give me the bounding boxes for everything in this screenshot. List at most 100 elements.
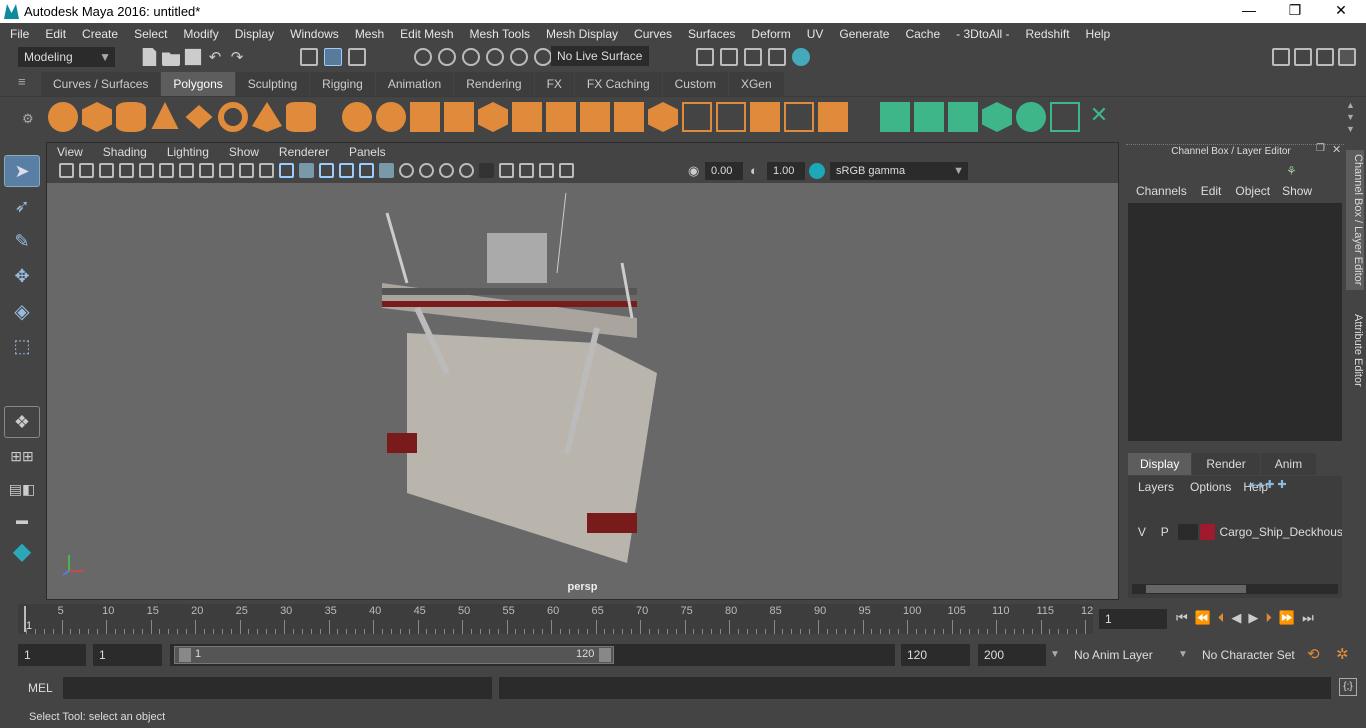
smooth-shade-icon[interactable] xyxy=(299,163,314,178)
bevel-icon[interactable] xyxy=(546,102,576,132)
menu-modify[interactable]: Modify xyxy=(175,24,226,44)
insert-edge-loop-icon[interactable] xyxy=(716,102,746,132)
tool-settings-toggle-icon[interactable] xyxy=(1316,48,1334,66)
layer-tools-icon[interactable]: ◂ ◂ ✚ ✚ xyxy=(1248,478,1287,491)
motion-blur-icon[interactable] xyxy=(419,163,434,178)
range-end-handle[interactable] xyxy=(599,648,611,662)
resolution-gate-icon[interactable] xyxy=(179,163,194,178)
move-tool-icon[interactable]: ✥ xyxy=(4,260,40,292)
layer-type-toggle[interactable] xyxy=(1177,524,1198,540)
panel-menu-panels[interactable]: Panels xyxy=(339,143,396,161)
automatic-mapping-icon[interactable] xyxy=(982,102,1012,132)
tab-fx-caching[interactable]: FX Caching xyxy=(574,72,662,96)
maximize-button[interactable]: ❐ xyxy=(1272,2,1318,19)
render-view-icon[interactable] xyxy=(768,48,786,66)
menu-edit[interactable]: Edit xyxy=(37,24,74,44)
panel-menu-renderer[interactable]: Renderer xyxy=(269,143,339,161)
minimize-button[interactable]: — xyxy=(1226,2,1272,18)
menu-generate[interactable]: Generate xyxy=(831,24,897,44)
cut-sew-uv-icon[interactable]: ✕ xyxy=(1084,102,1114,132)
menu-cache[interactable]: Cache xyxy=(897,24,948,44)
live-surface-field[interactable]: No Live Surface xyxy=(551,46,649,66)
merge-icon[interactable] xyxy=(818,102,848,132)
attribute-editor-toggle-icon[interactable] xyxy=(1294,48,1312,66)
shadows-icon[interactable] xyxy=(379,163,394,178)
range-slider[interactable]: 1 120 xyxy=(170,644,895,666)
tab-custom[interactable]: Custom xyxy=(662,72,728,96)
menu-mesh-tools[interactable]: Mesh Tools xyxy=(462,24,538,44)
close-panel-icon[interactable]: ✕ xyxy=(1332,143,1341,156)
menu-curves[interactable]: Curves xyxy=(626,24,680,44)
poly-pipe-icon[interactable] xyxy=(286,102,316,132)
menu-edit-mesh[interactable]: Edit Mesh xyxy=(392,24,461,44)
planar-mapping-icon[interactable] xyxy=(880,102,910,132)
shelf-settings-icon[interactable]: ⚙ xyxy=(22,111,34,127)
tab-sculpting[interactable]: Sculpting xyxy=(235,72,310,96)
script-editor-icon[interactable]: {;} xyxy=(1339,678,1357,696)
mirror-icon[interactable] xyxy=(410,102,440,132)
tab-polygons[interactable]: Polygons xyxy=(161,72,235,96)
use-all-lights-icon[interactable] xyxy=(359,163,374,178)
select-component-icon[interactable] xyxy=(348,48,366,66)
play-forward-icon[interactable]: ▶ xyxy=(1248,610,1258,626)
ipr-render-icon[interactable] xyxy=(744,48,762,66)
tab-attribute-editor[interactable]: Attribute Editor xyxy=(1346,308,1364,392)
layer-color-swatch[interactable] xyxy=(1199,524,1216,540)
target-weld-icon[interactable] xyxy=(784,102,814,132)
menu-mesh[interactable]: Mesh xyxy=(347,24,392,44)
poly-plane-icon[interactable] xyxy=(185,105,213,129)
menu-uv[interactable]: UV xyxy=(799,24,832,44)
snap-curve-icon[interactable] xyxy=(438,48,456,66)
auto-key-icon[interactable]: ⟲ xyxy=(1307,645,1320,663)
go-to-start-icon[interactable]: ⏮ xyxy=(1176,610,1188,626)
panel-menu-shading[interactable]: Shading xyxy=(93,143,157,161)
undo-icon[interactable]: ↶ xyxy=(206,48,224,66)
mode-dropdown[interactable]: Modeling ▼ xyxy=(18,47,115,67)
menu-redshift[interactable]: Redshift xyxy=(1018,24,1078,44)
ambient-occlusion-icon[interactable] xyxy=(399,163,414,178)
view-transform-dropdown[interactable]: sRGB gamma ▼ xyxy=(830,162,968,180)
range-start-handle[interactable] xyxy=(179,648,191,662)
go-to-end-icon[interactable]: ⏭ xyxy=(1302,610,1314,626)
play-backward-icon[interactable]: ◀ xyxy=(1231,610,1241,626)
xray-active-icon[interactable] xyxy=(539,163,554,178)
safe-action-icon[interactable] xyxy=(239,163,254,178)
perspective-viewport[interactable]: persp xyxy=(47,183,1118,599)
tab-render[interactable]: Render xyxy=(1192,453,1260,475)
show-menu[interactable]: Show xyxy=(1280,184,1314,198)
save-scene-icon[interactable] xyxy=(184,48,202,66)
multi-cut-icon[interactable] xyxy=(682,102,712,132)
poly-cone-icon[interactable] xyxy=(151,102,179,129)
scale-tool-icon[interactable]: ⬚ xyxy=(4,330,40,362)
tab-curves-surfaces[interactable]: Curves / Surfaces xyxy=(41,72,161,96)
checker-map-icon[interactable] xyxy=(1050,102,1080,132)
outliner-layout-icon[interactable]: ▬ xyxy=(4,507,40,533)
uv-editor-icon[interactable] xyxy=(1016,102,1046,132)
select-object-icon[interactable] xyxy=(324,48,342,66)
single-perspective-layout-icon[interactable]: ❖ xyxy=(4,406,40,438)
xray-joints-icon[interactable] xyxy=(519,163,534,178)
step-forward-frame-icon[interactable]: ⏵ xyxy=(1265,610,1272,626)
isolate-select-icon[interactable] xyxy=(479,163,494,178)
layer-scrollbar[interactable] xyxy=(1132,584,1338,594)
field-chart-icon[interactable] xyxy=(219,163,234,178)
tab-xgen[interactable]: XGen xyxy=(728,72,784,96)
current-frame-field[interactable]: 1 xyxy=(1099,609,1167,629)
step-back-key-icon[interactable]: ⏪ xyxy=(1195,610,1211,626)
playback-start-field[interactable]: 1 xyxy=(93,644,162,666)
end-time-field[interactable]: 200 xyxy=(978,644,1046,666)
tab-rigging[interactable]: Rigging xyxy=(310,72,375,96)
color-management-icon[interactable] xyxy=(809,163,825,179)
tab-display[interactable]: Display xyxy=(1128,453,1192,475)
camera-select-icon[interactable] xyxy=(59,163,74,178)
menu-surfaces[interactable]: Surfaces xyxy=(680,24,743,44)
step-back-frame-icon[interactable]: ⏴ xyxy=(1218,610,1225,626)
poly-cube-icon[interactable] xyxy=(82,102,112,132)
channels-menu[interactable]: Channels xyxy=(1126,184,1197,198)
snap-view-plane-icon[interactable] xyxy=(486,48,504,66)
command-input[interactable] xyxy=(63,677,492,699)
tab-channel-box-layer-editor[interactable]: Channel Box / Layer Editor xyxy=(1346,150,1364,290)
cylindrical-mapping-icon[interactable] xyxy=(914,102,944,132)
grid-icon[interactable] xyxy=(139,163,154,178)
menu-help[interactable]: Help xyxy=(1078,24,1119,44)
